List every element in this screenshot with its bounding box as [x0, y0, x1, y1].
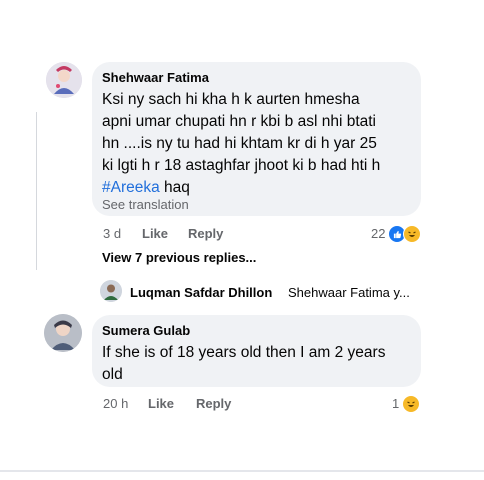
avatar[interactable] [46, 62, 82, 98]
comment-text-line: apni umar chupati hn r kbi b asl nhi bta… [102, 113, 376, 130]
reaction-count[interactable]: 22 [371, 226, 385, 241]
reply-preview-text[interactable]: Shehwaar Fatima y... [288, 285, 410, 300]
view-previous-replies-link[interactable]: View 7 previous replies... [102, 250, 256, 265]
comment-author[interactable]: Sumera Gulab [102, 323, 190, 338]
comment-text-line-hashtag: #Areeka haq [102, 177, 190, 199]
comment-time[interactable]: 3 d [103, 226, 121, 241]
comment-text-line: Ksi ny sach hi kha h k aurten hmesha [102, 91, 360, 108]
avatar-image [100, 280, 122, 302]
avatar-image [44, 314, 82, 352]
comment-text-line: ki lgti h r 18 astaghfar jhoot ki b had … [102, 157, 381, 174]
comment-text-tail: haq [159, 179, 190, 196]
haha-icon [402, 395, 420, 413]
avatar[interactable] [100, 280, 122, 302]
thread-line [36, 112, 37, 270]
comment-author[interactable]: Shehwaar Fatima [102, 70, 209, 85]
reply-preview-author[interactable]: Luqman Safdar Dhillon [130, 285, 272, 300]
divider [0, 470, 484, 472]
haha-icon [403, 225, 421, 243]
like-button[interactable]: Like [148, 396, 174, 411]
avatar[interactable] [44, 314, 82, 352]
comment-text-line: old [102, 366, 123, 383]
reaction-count[interactable]: 1 [392, 396, 399, 411]
reply-button[interactable]: Reply [188, 226, 223, 241]
reply-button[interactable]: Reply [196, 396, 231, 411]
like-button[interactable]: Like [142, 226, 168, 241]
see-translation-link[interactable]: See translation [102, 197, 189, 212]
hashtag-link[interactable]: #Areeka [102, 179, 160, 196]
comment-time[interactable]: 20 h [103, 396, 128, 411]
comment-text-line: hn ....is ny tu had hi khtam kr di h yar… [102, 135, 377, 152]
avatar-image [46, 62, 82, 98]
comment-text-line: If she is of 18 years old then I am 2 ye… [102, 344, 386, 361]
